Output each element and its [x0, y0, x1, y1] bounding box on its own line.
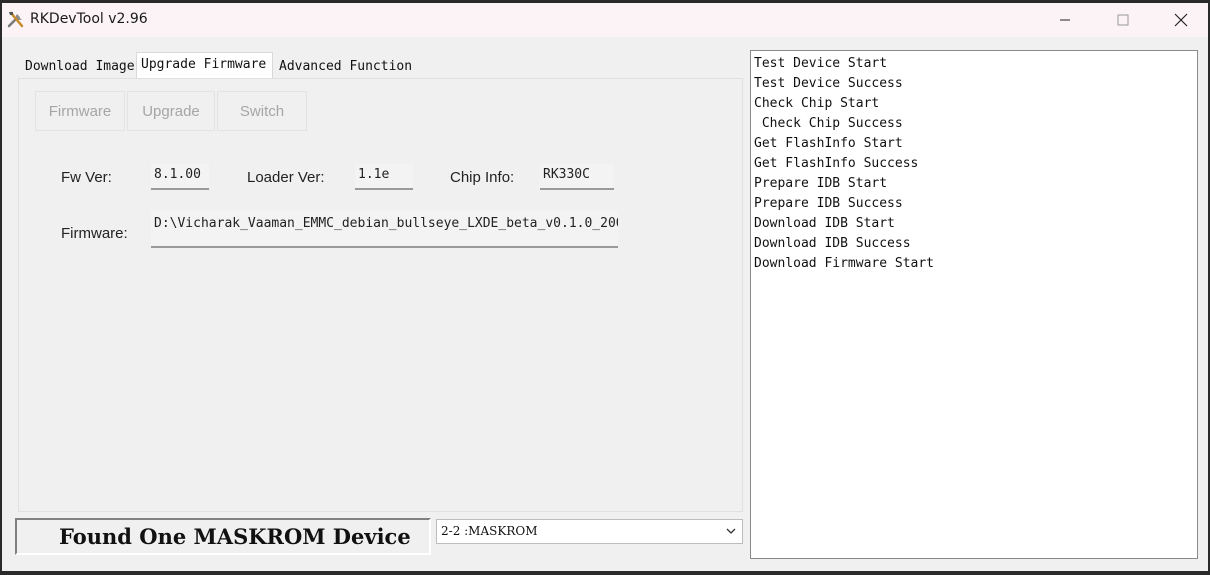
log-line: Test Device Start — [754, 56, 888, 71]
device-status-message: Found One MASKROM Device — [15, 518, 431, 555]
tools-icon — [6, 10, 26, 30]
switch-button[interactable]: Switch — [217, 91, 307, 131]
upgrade-firmware-panel: Firmware Upgrade Switch Fw Ver: 8.1.00 L… — [18, 78, 743, 512]
log-line: Prepare IDB Start — [754, 176, 888, 191]
upgrade-button[interactable]: Upgrade — [127, 91, 215, 131]
log-line: Get FlashInfo Start — [754, 136, 903, 151]
log-line: Download IDB Start — [754, 216, 895, 231]
log-line: Test Device Success — [754, 76, 903, 91]
firmware-path-field[interactable]: D:\Vicharak_Vaaman_EMMC_debian_bullseye_… — [151, 210, 618, 248]
maximize-icon — [1117, 14, 1129, 26]
tab-download-image[interactable]: Download Image — [20, 54, 135, 80]
close-icon — [1174, 13, 1188, 27]
app-window: RKDevTool v2.96 Download Image Upgrade F… — [2, 3, 1208, 571]
chip-info-field: RK330C — [540, 164, 614, 190]
log-line: Check Chip Start — [754, 96, 880, 111]
title-bar[interactable]: RKDevTool v2.96 — [2, 3, 1208, 37]
device-select-value: 2-2 :MASKROM — [441, 524, 538, 538]
log-line: Download Firmware Start — [754, 256, 935, 271]
chevron-down-icon — [726, 528, 736, 534]
log-line: Download IDB Success — [754, 236, 911, 251]
loader-ver-label: Loader Ver: — [247, 169, 325, 186]
firmware-button[interactable]: Firmware — [35, 91, 125, 131]
minimize-button[interactable] — [1036, 3, 1094, 37]
tab-advanced-function[interactable]: Advanced Function — [274, 54, 414, 80]
minimize-icon — [1060, 19, 1070, 21]
maximize-button[interactable] — [1094, 3, 1152, 37]
log-line: Check Chip Success — [754, 116, 903, 131]
fw-ver-field: 8.1.00 — [151, 164, 209, 190]
window-title: RKDevTool v2.96 — [30, 11, 148, 27]
log-line: Prepare IDB Success — [754, 196, 903, 211]
device-select[interactable]: 2-2 :MASKROM — [436, 519, 743, 544]
log-output[interactable]: Test Device Start Test Device Success Ch… — [750, 50, 1198, 559]
fw-ver-label: Fw Ver: — [61, 169, 112, 186]
firmware-path-label: Firmware: — [61, 225, 128, 242]
tab-upgrade-firmware[interactable]: Upgrade Firmware — [136, 52, 273, 80]
log-line: Get FlashInfo Success — [754, 156, 919, 171]
close-button[interactable] — [1152, 3, 1208, 37]
loader-ver-field: 1.1e — [355, 164, 413, 190]
chip-info-label: Chip Info: — [450, 169, 515, 186]
